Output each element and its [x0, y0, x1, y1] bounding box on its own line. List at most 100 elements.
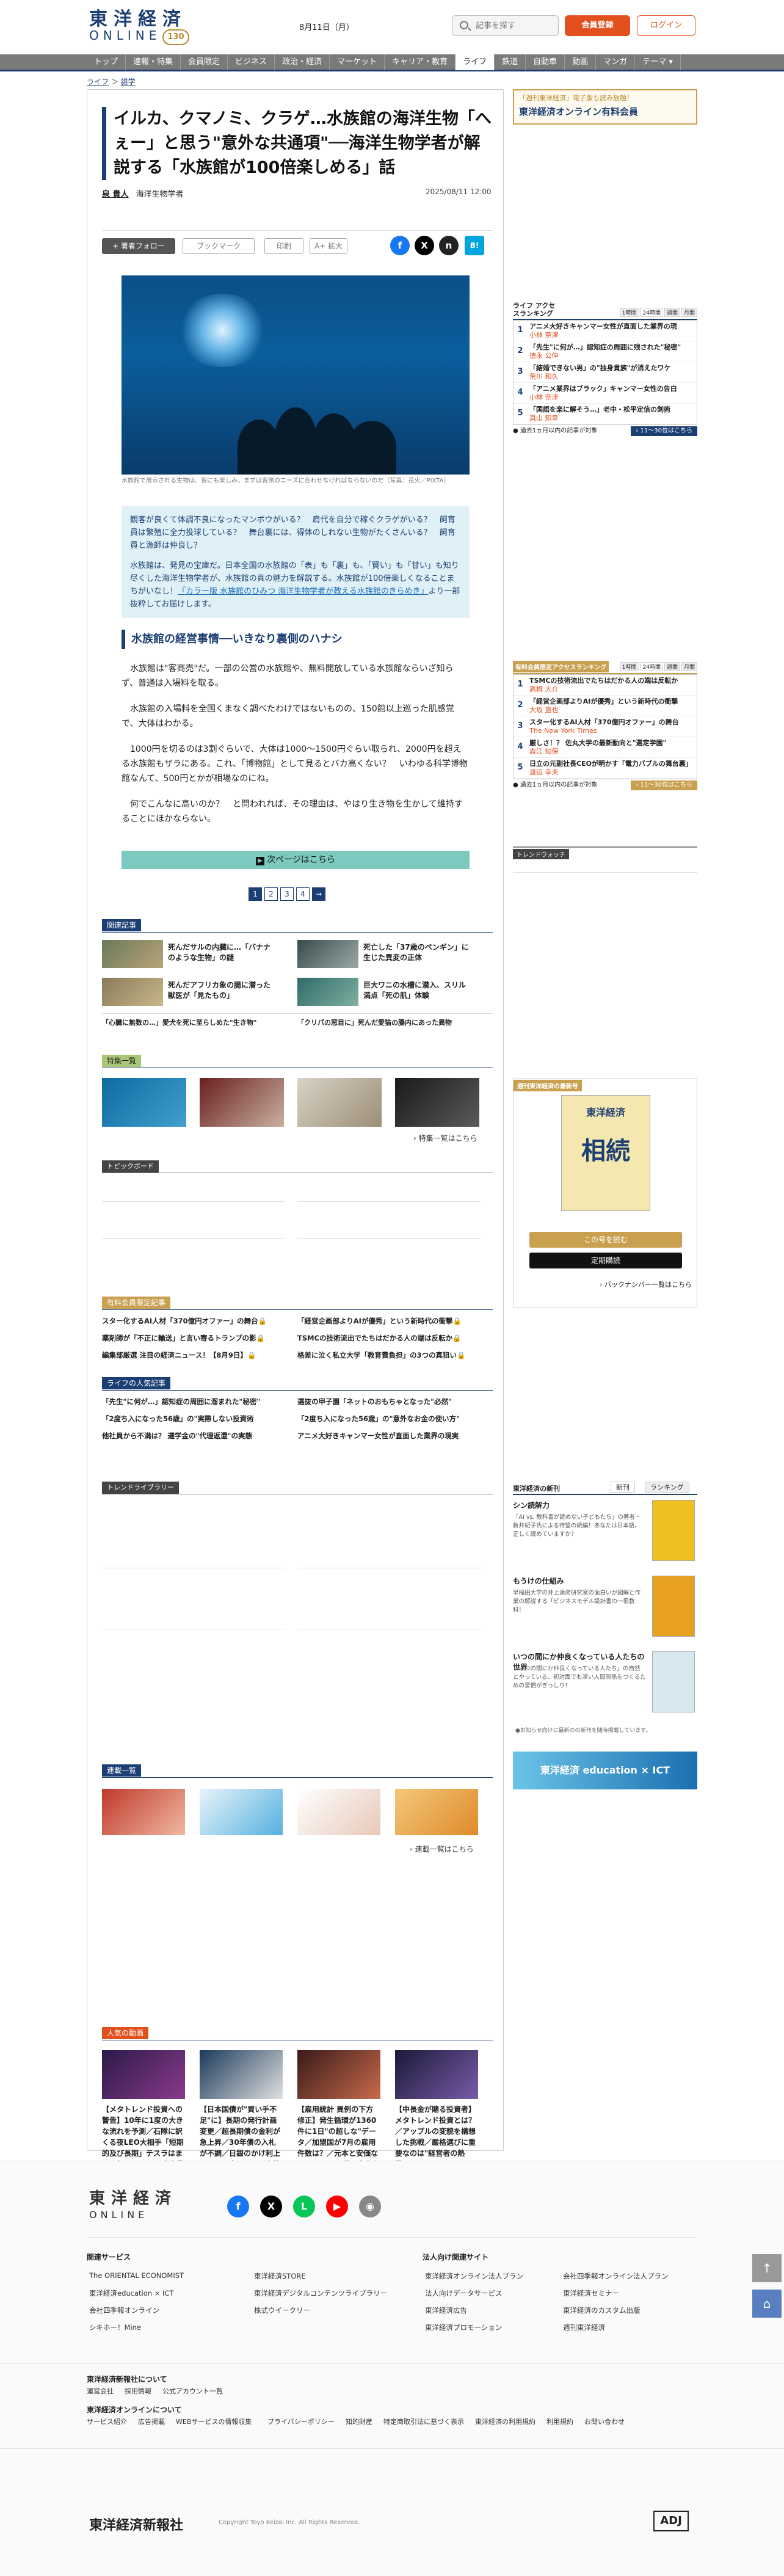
ranking-item[interactable]: 5 日立の元副社長CEOが明かす「電力バブルの舞台裏」 渡辺 幸夫 — [514, 758, 697, 779]
x-share-icon[interactable]: X — [415, 236, 434, 255]
feature-banner[interactable] — [297, 1078, 382, 1127]
nav-item[interactable]: 政治・経済 — [275, 54, 330, 70]
nav-item[interactable]: マーケット — [330, 54, 385, 70]
popular-article[interactable]: 他社員から不満は？ 選学金の"代理返還"の実態 — [102, 1431, 285, 1441]
footer-link[interactable]: WEBサービスの情報収集 — [176, 2417, 252, 2426]
footer-link[interactable]: 特定商取引法に基づく表示 — [383, 2417, 464, 2426]
video-thumbnail[interactable] — [297, 2050, 380, 2099]
series-banner[interactable] — [297, 1789, 380, 1835]
ranking-item[interactable]: 4 厳しさ！？ 佐丸大学の最新動向と"選定学園" 森江 知保 — [514, 737, 697, 758]
footer-link[interactable]: 公式アカウント一覧 — [162, 2386, 223, 2396]
book-item[interactable]: いつの間にか仲良くなっている人たちの世界 「いつの間にか仲良くなっている人たち」の… — [513, 1651, 697, 1723]
page-link[interactable]: 1 — [249, 887, 262, 901]
popular-article[interactable]: 「2度ち入になった56歳」の"実際しない投資術 — [102, 1414, 285, 1424]
ranking-more-button[interactable]: › 11〜30位はこちら — [631, 780, 697, 790]
ranking-item[interactable]: 5 「国語を楽に解そう…」老中・松平定信の剣術 真山 知幸 — [514, 404, 697, 424]
x-icon[interactable]: X — [260, 2196, 282, 2218]
facebook-icon[interactable]: f — [227, 2196, 249, 2218]
ranking-tab[interactable]: 月間 — [681, 662, 697, 671]
popular-article[interactable]: アニメ大好きキャンマー女性が直面した業界の現実 — [297, 1431, 481, 1441]
video-thumbnail[interactable] — [395, 2050, 478, 2099]
facebook-share-icon[interactable]: f — [390, 236, 410, 255]
ranking-item[interactable]: 2 「経営企画部よりAIが優秀」という新時代の衝撃 大坂 直也 — [514, 696, 697, 716]
video-thumbnail[interactable] — [200, 2050, 283, 2099]
footer-link[interactable]: 利用規約 — [546, 2417, 573, 2426]
breadcrumb-item[interactable]: 雑学 — [121, 78, 136, 86]
ranking-tab[interactable]: 週間 — [664, 662, 680, 671]
nav-item[interactable]: 速報・特集 — [126, 54, 181, 70]
series-more-link[interactable]: › 連載一覧はこちら — [410, 1844, 474, 1854]
back-number-link[interactable]: › バックナンバー一覧はこちら — [600, 1279, 692, 1289]
nav-item[interactable]: ライフ — [456, 54, 495, 70]
popular-article[interactable]: 選抜の甲子園「ネットのおもちゃとなった"必然" — [297, 1397, 481, 1407]
related-text-link[interactable]: 「心臓に無数の…」愛犬を死に至らしめた"生き物" — [102, 1018, 285, 1028]
breadcrumb-item[interactable]: ライフ — [87, 78, 109, 86]
footer-link[interactable]: 週刊東洋経済 — [563, 2323, 605, 2332]
nav-item[interactable]: トップ — [87, 54, 126, 70]
nav-item[interactable]: マンガ — [596, 54, 636, 70]
footer-link[interactable]: 東洋経済education × ICT — [89, 2288, 173, 2298]
nav-item[interactable]: ビジネス — [228, 54, 275, 70]
footer-link[interactable]: 東洋経済広告 — [425, 2305, 467, 2315]
ranking-item[interactable]: 1 アニメ大好きキャンマー女性が直面した業界の現 小林 奈津 — [514, 321, 697, 341]
rss-icon[interactable]: ◉ — [359, 2196, 381, 2218]
ranking-tab[interactable]: 月間 — [681, 308, 697, 317]
footer-link[interactable]: プライバシーポリシー — [267, 2417, 335, 2426]
footer-link[interactable]: 東洋経済デジタルコンテンツライブラリー — [254, 2288, 387, 2298]
series-banner[interactable] — [102, 1789, 185, 1835]
subscribe-button[interactable]: 定期購読 — [529, 1253, 682, 1268]
series-banner[interactable] — [200, 1789, 283, 1835]
ranking-tab[interactable]: 週間 — [664, 308, 680, 317]
page-link[interactable]: 2 — [264, 887, 278, 901]
magazine-cover[interactable]: 東洋経済 相続 — [561, 1095, 650, 1211]
ranking-item[interactable]: 3 スター化するAI人材「370億円オファー」の舞台 The New York Ti… — [514, 716, 697, 737]
read-issue-button[interactable]: この号を読む — [529, 1232, 682, 1248]
search-input[interactable] — [476, 20, 554, 32]
footer-link[interactable]: 法人向けデータサービス — [425, 2288, 503, 2298]
members-article[interactable]: TSMCの技術流出でたちはだかる人の端は反転か🔒 — [297, 1333, 481, 1344]
ranking-more-button[interactable]: › 11〜30位はこちら — [631, 426, 697, 436]
author-name[interactable]: 泉 貴人 — [102, 190, 129, 199]
footer-link[interactable]: サービス紹介 — [87, 2417, 127, 2426]
related-text-link[interactable]: 「クリパの窓目に」死んだ愛猫の腸内にあった異物 — [297, 1018, 481, 1028]
page-link[interactable]: 4 — [296, 887, 310, 901]
site-logo[interactable]: 東洋経済 ONLINE 130 — [89, 4, 205, 48]
footer-link[interactable]: 東洋経済オンライン法人プラン — [425, 2271, 523, 2281]
paid-member-banner[interactable]: 「週刊東洋経済」電子版も読み放題！ 東洋経済オンライン有料会員 — [513, 89, 697, 125]
members-article[interactable]: スター化するAI人材「370億円オファー」の舞台🔒 — [102, 1316, 285, 1326]
video-thumbnail[interactable] — [102, 2050, 185, 2099]
footer-link[interactable]: 運営会社 — [87, 2386, 114, 2396]
ranking-item[interactable]: 1 TSMCの技術流出でたちはだかる人の端は反転か 高橋 大介 — [514, 675, 697, 696]
footer-logo[interactable]: 東洋経済 — [89, 2186, 177, 2208]
nav-item[interactable]: 鉄道 — [495, 54, 526, 70]
footer-link[interactable]: 東洋経済セミナー — [563, 2288, 619, 2298]
members-article[interactable]: 薬剤師が「不正に輸送」と言い寄るトランプの影🔒 — [102, 1333, 285, 1344]
book-link[interactable]: 『カラー版 水族館のひみつ 海洋生物学者が教える水族館のきらめき』 — [178, 587, 429, 596]
ranking-item[interactable]: 4 「アニメ業界はブラック」キャンマー女性の告白 小林 奈津 — [514, 383, 697, 404]
book-item[interactable]: もうけの仕組み 早稲田大学の井上達彦研究室の面白いが図解と作業の解説する「ビジネス… — [513, 1576, 697, 1648]
home-icon[interactable]: ⌂ — [752, 2290, 782, 2318]
footer-link[interactable]: 会社四季報オンライン法人プラン — [563, 2271, 669, 2281]
nav-item[interactable]: 自動車 — [526, 54, 565, 70]
youtube-icon[interactable]: ▶ — [326, 2196, 348, 2218]
related-article[interactable]: 死んだアフリカ象の腸に潜った獣医が「見たもの」 — [102, 978, 285, 1006]
tab-book-ranking[interactable]: ランキング — [645, 1482, 689, 1493]
next-page-arrow[interactable]: → — [312, 887, 325, 901]
members-article[interactable]: 編集部厳選 注目の経済ニュース！【8月9日】🔒 — [102, 1350, 285, 1361]
next-page-button[interactable]: ▶ 次ページはこちら — [122, 851, 470, 869]
bookmark-button[interactable]: ブックマーク — [183, 238, 255, 254]
footer-link[interactable]: 東洋経済の利用規約 — [475, 2417, 535, 2426]
footer-link[interactable]: 広告掲載 — [138, 2417, 165, 2426]
features-more-link[interactable]: › 特集一覧はこちら — [413, 1133, 477, 1143]
footer-link[interactable]: シキホー！Mine — [89, 2323, 141, 2332]
ranking-tab[interactable]: 24時間 — [640, 308, 663, 317]
search-box[interactable] — [452, 15, 559, 36]
feature-banner[interactable] — [200, 1078, 284, 1127]
register-button[interactable]: 会員登録 — [565, 15, 630, 36]
nav-item[interactable]: キャリア・教育 — [385, 54, 456, 70]
ranking-item[interactable]: 3 「結婚できない男」の"独身貴族"が消えたワケ 荒川 和久 — [514, 362, 697, 383]
members-article[interactable]: 「経営企画部よりAIが優秀」という新時代の衝撃🔒 — [297, 1316, 481, 1326]
tab-new-books[interactable]: 新刊 — [611, 1482, 635, 1493]
follow-author-button[interactable]: + 著者フォロー — [102, 238, 175, 254]
book-item[interactable]: シン読解力 「AI vs. 教科書が読めない子どもたち」の著者・新井紀子氏による待… — [513, 1500, 697, 1572]
